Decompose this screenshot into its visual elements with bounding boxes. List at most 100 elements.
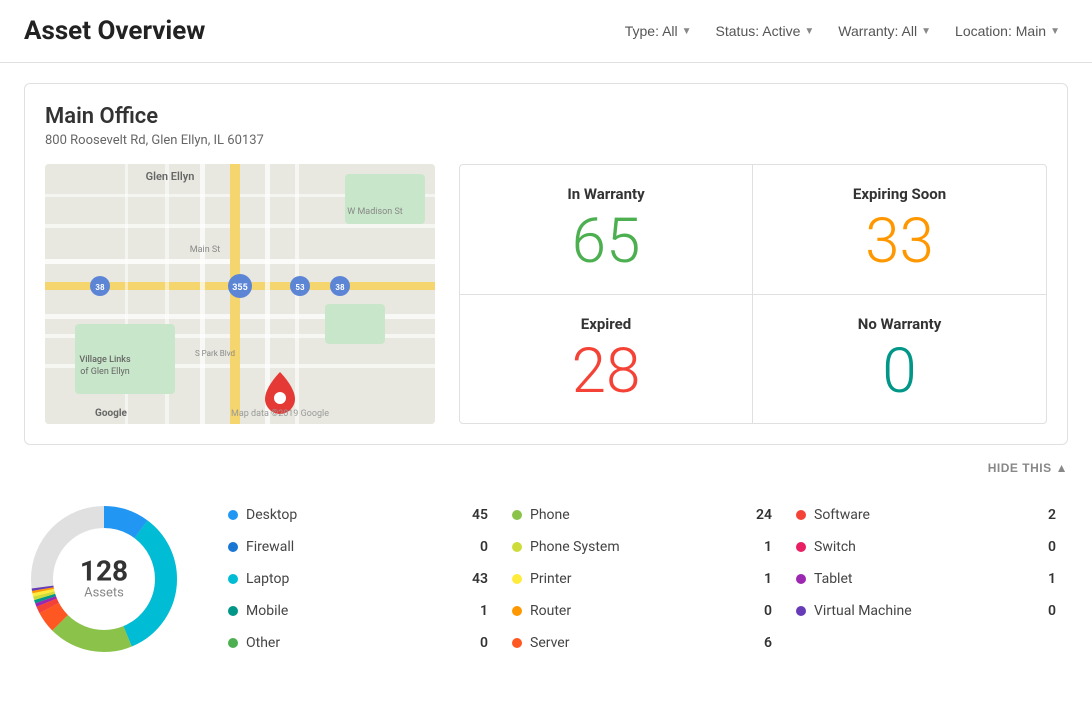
asset-router-count: 0 (752, 603, 772, 619)
svg-text:of Glen Ellyn: of Glen Ellyn (80, 367, 130, 377)
asset-col-3: Software 2 Switch 0 Tablet 1 (784, 499, 1068, 659)
asset-software-count: 2 (1036, 507, 1056, 523)
router-dot (512, 606, 522, 616)
expiring-soon-cell: Expiring Soon 33 (753, 165, 1046, 295)
list-item: Other 0 (216, 627, 500, 659)
warranty-grid: In Warranty 65 Expiring Soon 33 Expired … (459, 164, 1047, 424)
server-dot (512, 638, 522, 648)
location-address: 800 Roosevelt Rd, Glen Ellyn, IL 60137 (45, 133, 1047, 148)
svg-text:Google: Google (95, 408, 127, 419)
asset-vm-label: Virtual Machine (814, 603, 1028, 619)
asset-mobile-count: 1 (468, 603, 488, 619)
asset-tablet-label: Tablet (814, 571, 1028, 587)
list-item: Desktop 45 (216, 499, 500, 531)
asset-phone-count: 24 (752, 507, 772, 523)
svg-text:355: 355 (232, 283, 248, 293)
desktop-dot (228, 510, 238, 520)
expiring-soon-value: 33 (773, 211, 1026, 273)
asset-desktop-count: 45 (468, 507, 488, 523)
expiring-soon-label: Expiring Soon (773, 185, 1026, 203)
svg-text:38: 38 (335, 283, 345, 292)
list-item: Phone System 1 (500, 531, 784, 563)
filter-bar: Type: All ▼ Status: Active ▼ Warranty: A… (617, 19, 1068, 43)
list-item: Printer 1 (500, 563, 784, 595)
asset-server-count: 6 (752, 635, 772, 651)
in-warranty-cell: In Warranty 65 (460, 165, 753, 295)
list-item: Tablet 1 (784, 563, 1068, 595)
firewall-dot (228, 542, 238, 552)
asset-col-2: Phone 24 Phone System 1 Printer 1 (500, 499, 784, 659)
no-warranty-label: No Warranty (773, 315, 1026, 333)
asset-other-label: Other (246, 635, 460, 651)
location-name: Main Office (45, 104, 1047, 129)
location-filter[interactable]: Location: Main ▼ (947, 19, 1068, 43)
chevron-down-icon: ▼ (1050, 26, 1060, 37)
svg-text:S Park Blvd: S Park Blvd (195, 349, 235, 358)
svg-text:Map data ©2019 Google: Map data ©2019 Google (231, 409, 329, 419)
total-assets-number: 128 (80, 558, 128, 586)
asset-printer-count: 1 (752, 571, 772, 587)
warranty-filter[interactable]: Warranty: All ▼ (830, 19, 939, 43)
list-item: Server 6 (500, 627, 784, 659)
list-item: Switch 0 (784, 531, 1068, 563)
chevron-down-icon: ▼ (804, 26, 814, 37)
in-warranty-value: 65 (480, 211, 732, 273)
expired-label: Expired (480, 315, 732, 333)
no-warranty-cell: No Warranty 0 (753, 295, 1046, 424)
mobile-dot (228, 606, 238, 616)
expired-cell: Expired 28 (460, 295, 753, 424)
other-dot (228, 638, 238, 648)
svg-text:W Madison St: W Madison St (347, 207, 403, 217)
donut-chart: 128 Assets (24, 499, 184, 659)
vm-dot (796, 606, 806, 616)
laptop-dot (228, 574, 238, 584)
chevron-down-icon: ▼ (921, 26, 931, 37)
hide-this-button[interactable]: HIDE THIS ▲ (988, 461, 1068, 475)
status-filter[interactable]: Status: Active ▼ (708, 19, 823, 43)
phone-system-dot (512, 542, 522, 552)
svg-text:Glen Ellyn: Glen Ellyn (146, 170, 195, 183)
location-map: 355 53 38 38 Glen Ellyn W Madison St Mai… (45, 164, 435, 424)
svg-text:Village Links: Village Links (79, 355, 131, 365)
phone-dot (512, 510, 522, 520)
assets-section: 128 Assets Desktop 45 Firewall 0 (24, 491, 1068, 667)
total-assets-label: Assets (80, 586, 128, 601)
type-filter[interactable]: Type: All ▼ (617, 19, 700, 43)
list-item: Router 0 (500, 595, 784, 627)
location-card: Main Office 800 Roosevelt Rd, Glen Ellyn… (24, 83, 1068, 445)
list-item: Laptop 43 (216, 563, 500, 595)
asset-legend: Desktop 45 Firewall 0 Laptop 43 (216, 499, 1068, 659)
chevron-down-icon: ▼ (682, 26, 692, 37)
list-item: Firewall 0 (216, 531, 500, 563)
asset-phone-system-label: Phone System (530, 539, 744, 555)
no-warranty-value: 0 (773, 341, 1026, 403)
list-item: Software 2 (784, 499, 1068, 531)
asset-switch-label: Switch (814, 539, 1028, 555)
svg-text:38: 38 (95, 283, 105, 292)
asset-server-label: Server (530, 635, 744, 651)
asset-software-label: Software (814, 507, 1028, 523)
asset-col-1: Desktop 45 Firewall 0 Laptop 43 (216, 499, 500, 659)
tablet-dot (796, 574, 806, 584)
asset-firewall-count: 0 (468, 539, 488, 555)
list-item: Mobile 1 (216, 595, 500, 627)
list-item: Phone 24 (500, 499, 784, 531)
switch-dot (796, 542, 806, 552)
asset-vm-count: 0 (1036, 603, 1056, 619)
asset-tablet-count: 1 (1036, 571, 1056, 587)
asset-router-label: Router (530, 603, 744, 619)
asset-switch-count: 0 (1036, 539, 1056, 555)
printer-dot (512, 574, 522, 584)
asset-printer-label: Printer (530, 571, 744, 587)
asset-other-count: 0 (468, 635, 488, 651)
asset-desktop-label: Desktop (246, 507, 460, 523)
page-title: Asset Overview (24, 16, 205, 46)
chevron-up-icon: ▲ (1056, 461, 1068, 475)
asset-phone-label: Phone (530, 507, 744, 523)
svg-text:Main St: Main St (190, 245, 220, 255)
software-dot (796, 510, 806, 520)
asset-laptop-label: Laptop (246, 571, 460, 587)
asset-phone-system-count: 1 (752, 539, 772, 555)
list-item: Virtual Machine 0 (784, 595, 1068, 627)
in-warranty-label: In Warranty (480, 185, 732, 203)
